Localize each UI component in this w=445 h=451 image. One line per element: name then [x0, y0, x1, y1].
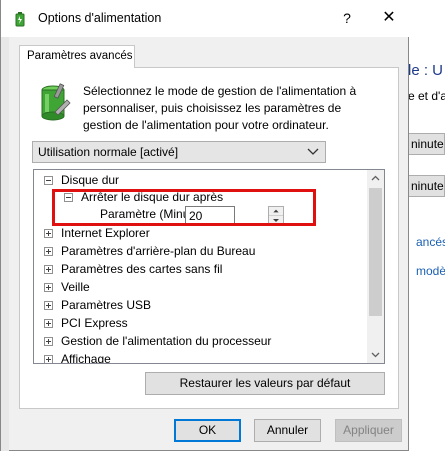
minutes-input[interactable]: 20	[185, 206, 235, 226]
power-plan-select[interactable]: Utilisation normale [activé]	[32, 141, 326, 163]
power-plan-selected: Utilisation normale [activé]	[38, 145, 179, 159]
tree-item[interactable]: Affichage	[44, 351, 374, 364]
battery-settings-icon	[41, 83, 71, 121]
background-button-1[interactable]: ninutes	[408, 133, 445, 155]
dialog-title: Options d'alimentation	[38, 11, 162, 25]
tab-advanced-settings[interactable]: Paramètres avancés	[19, 45, 135, 68]
tree-item-label: Paramètres USB	[61, 298, 152, 312]
tree-item-label: Veille	[61, 280, 90, 294]
apply-button[interactable]: Appliquer	[335, 419, 402, 442]
tree-item-label: Arrêter le disque dur après	[81, 190, 224, 204]
tree-item[interactable]: Paramètres USB	[44, 297, 374, 314]
expander-plus-icon[interactable]	[44, 319, 53, 328]
tree-item-arreter-disque[interactable]: Arrêter le disque dur après	[64, 189, 364, 206]
expander-plus-icon[interactable]	[44, 283, 53, 292]
spin-up-icon[interactable]	[269, 207, 283, 216]
background-heading: le : U	[408, 62, 444, 79]
expander-plus-icon[interactable]	[44, 229, 53, 238]
minutes-spinner[interactable]	[268, 206, 284, 226]
scroll-thumb[interactable]	[369, 188, 382, 316]
background-link-1[interactable]: ancés	[416, 235, 445, 249]
scroll-down-icon[interactable]	[371, 350, 380, 359]
background-button-2[interactable]: ninutes	[408, 175, 445, 197]
tree-item-label: PCI Express	[61, 316, 128, 330]
help-button[interactable]: ?	[334, 6, 360, 30]
expander-minus-icon[interactable]	[44, 176, 53, 185]
tree-item-label: Paramètres des cartes sans fil	[61, 262, 223, 276]
ok-button[interactable]: OK	[174, 419, 241, 442]
tree-item-label: Gestion de l'alimentation du processeur	[61, 334, 272, 348]
tree-item[interactable]: PCI Express	[44, 315, 374, 332]
close-button[interactable]: ✕	[376, 6, 402, 30]
scroll-up-icon[interactable]	[371, 174, 380, 183]
cancel-button[interactable]: Annuler	[254, 419, 321, 442]
tree-item-label: Affichage	[61, 352, 111, 364]
spin-down-icon[interactable]	[269, 216, 283, 225]
expander-plus-icon[interactable]	[44, 337, 53, 346]
chevron-down-icon	[307, 148, 319, 155]
title-bar: Options d'alimentation ? ✕	[1, 0, 409, 37]
expander-plus-icon[interactable]	[44, 265, 53, 274]
expander-plus-icon[interactable]	[44, 247, 53, 256]
tree-scrollbar[interactable]	[367, 170, 384, 363]
background-text-line: e et d'a	[408, 89, 445, 103]
tree-item[interactable]: Veille	[44, 279, 374, 296]
expander-plus-icon[interactable]	[44, 301, 53, 310]
power-options-icon	[15, 12, 25, 27]
tree-item-label: Disque dur	[61, 173, 120, 187]
tree-item[interactable]: Paramètres d'arrière-plan du Bureau	[44, 243, 374, 260]
tree-item-label: Internet Explorer	[61, 226, 150, 240]
tree-item-label: Paramètres d'arrière-plan du Bureau	[61, 244, 256, 258]
intro-text: Sélectionnez le mode de gestion de l'ali…	[83, 84, 357, 132]
tree-item[interactable]: Paramètres des cartes sans fil	[44, 261, 374, 278]
settings-tree[interactable]: Disque dur Arrêter le disque dur après P…	[33, 169, 385, 364]
restore-defaults-button[interactable]: Restaurer les valeurs par défaut	[145, 372, 385, 395]
tree-item[interactable]: Internet Explorer	[44, 225, 374, 242]
tree-item-disque-dur[interactable]: Disque dur	[44, 172, 374, 189]
dialog-frame-strip	[1, 37, 9, 451]
expander-minus-icon[interactable]	[64, 193, 73, 202]
tree-item[interactable]: Gestion de l'alimentation du processeur	[44, 333, 374, 350]
background-link-2[interactable]: modè	[416, 264, 445, 278]
expander-plus-icon[interactable]	[44, 355, 53, 363]
